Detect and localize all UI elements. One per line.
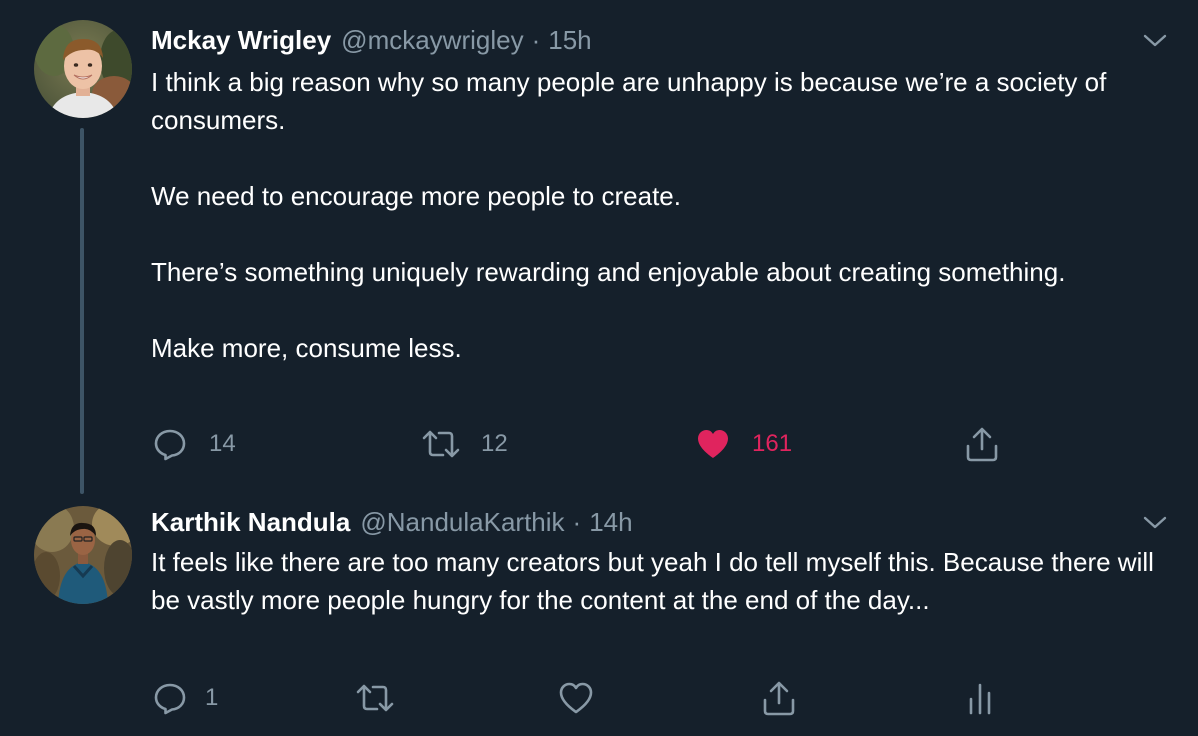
heart-icon xyxy=(557,679,595,717)
chevron-down-icon[interactable] xyxy=(1140,508,1170,538)
author-handle[interactable]: @mckaywrigley xyxy=(341,25,523,56)
retweet-button[interactable]: 12 xyxy=(421,424,508,464)
tweet-text: It feels like there are too many creator… xyxy=(151,543,1161,619)
tweet[interactable]: Karthik Nandula @NandulaKarthik · 14h It… xyxy=(0,500,1198,736)
thread-line xyxy=(80,128,84,494)
separator-dot: · xyxy=(531,24,541,55)
retweet-icon xyxy=(421,425,461,463)
analytics-button[interactable] xyxy=(965,678,995,718)
tweet-timestamp[interactable]: 15h xyxy=(548,25,591,56)
author-handle[interactable]: @NandulaKarthik xyxy=(360,507,564,538)
avatar[interactable] xyxy=(34,20,132,118)
separator-dot: · xyxy=(572,506,582,537)
tweet-paragraph: I think a big reason why so many people … xyxy=(151,67,1107,135)
share-icon xyxy=(963,425,1001,463)
tweet-text: I think a big reason why so many people … xyxy=(151,63,1161,367)
like-button[interactable] xyxy=(557,678,595,718)
tweet-actions: 14 12 161 xyxy=(151,424,1051,464)
like-button[interactable]: 161 xyxy=(694,424,792,464)
tweet-actions: 1 xyxy=(151,678,1051,718)
reply-count: 14 xyxy=(209,430,236,457)
tweet-paragraph: We need to encourage more people to crea… xyxy=(151,181,681,211)
tweet-paragraph: Make more, consume less. xyxy=(151,333,462,363)
analytics-icon xyxy=(965,679,995,717)
tweet-header: Karthik Nandula @NandulaKarthik · 14h xyxy=(151,504,633,540)
tweet-timestamp[interactable]: 14h xyxy=(589,507,632,538)
tweet-paragraph: It feels like there are too many creator… xyxy=(151,547,1154,615)
retweet-count: 12 xyxy=(481,430,508,457)
author-name[interactable]: Karthik Nandula xyxy=(151,507,350,538)
retweet-icon xyxy=(355,679,395,717)
timeline: Mckay Wrigley @mckaywrigley · 15h I thin… xyxy=(0,0,1198,736)
reply-button[interactable]: 1 xyxy=(151,678,218,718)
share-button[interactable] xyxy=(963,424,1001,464)
tweet-paragraph: There’s something uniquely rewarding and… xyxy=(151,257,1066,287)
tweet[interactable]: Mckay Wrigley @mckaywrigley · 15h I thin… xyxy=(0,0,1198,500)
reply-button[interactable]: 14 xyxy=(151,424,236,464)
share-icon xyxy=(760,679,798,717)
reply-icon xyxy=(151,425,189,463)
like-count: 161 xyxy=(752,430,793,457)
reply-count: 1 xyxy=(205,684,219,711)
heart-icon xyxy=(694,425,732,463)
avatar[interactable] xyxy=(34,506,132,604)
share-button[interactable] xyxy=(760,678,798,718)
retweet-button[interactable] xyxy=(355,678,395,718)
reply-icon xyxy=(151,679,189,717)
tweet-header: Mckay Wrigley @mckaywrigley · 15h xyxy=(151,22,592,58)
author-name[interactable]: Mckay Wrigley xyxy=(151,25,331,56)
chevron-down-icon[interactable] xyxy=(1140,26,1170,56)
